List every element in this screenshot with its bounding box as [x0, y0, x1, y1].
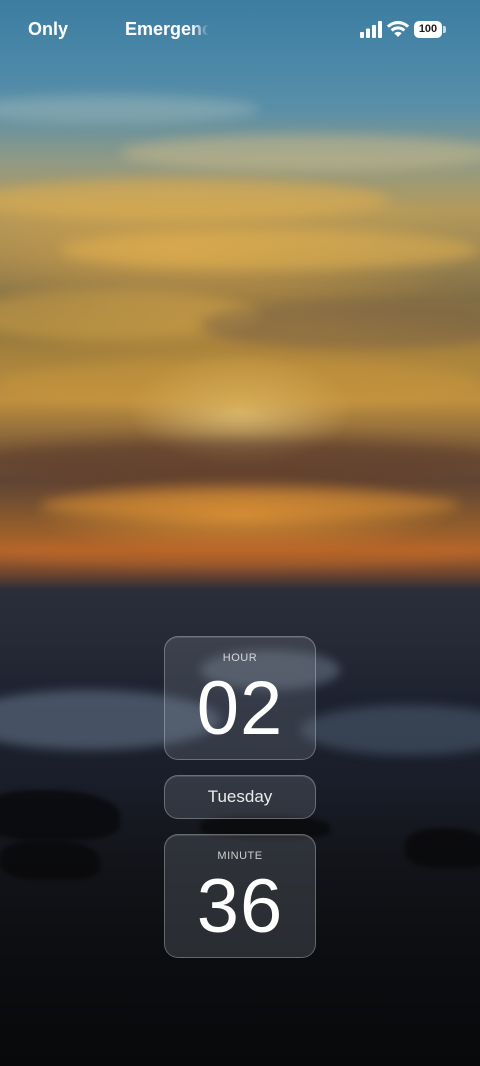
carrier-label-left: Only — [27, 19, 68, 39]
minute-value: 36 — [196, 864, 284, 949]
battery-level: 100 — [418, 23, 438, 35]
wifi-icon — [386, 21, 410, 37]
hour-card: HOUR 02 — [164, 636, 316, 760]
cellular-signal-icon — [360, 21, 382, 38]
day-label: Tuesday — [207, 787, 273, 806]
minute-label: MINUTE — [217, 850, 263, 862]
minute-card: MINUTE 36 — [164, 834, 316, 958]
hour-label: HOUR — [222, 652, 258, 664]
battery-icon: 100 — [414, 21, 446, 38]
status-bar: Only Emergency 100 — [0, 0, 480, 60]
carrier-label-emergency: Emergency — [125, 19, 209, 39]
hour-value: 02 — [196, 666, 284, 751]
day-card: Tuesday — [164, 775, 316, 819]
lock-screen: Only Emergency 100 HOUR 02 Tuesday MINUT… — [0, 0, 480, 1066]
